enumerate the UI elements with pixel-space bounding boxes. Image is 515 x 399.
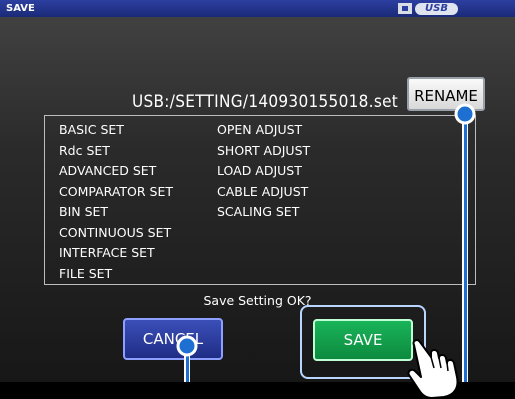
save-screen: USB:/SETTING/140930155018.set RENAME BAS… [0,17,515,399]
file-path: USB:/SETTING/140930155018.set [132,92,399,112]
usb-status: USB [398,2,458,15]
list-item: Rdc SET [59,142,110,158]
callout-marker-icon [454,103,476,125]
list-item: FILE SET [59,265,113,281]
list-item: SCALING SET [217,204,300,219]
settings-list: BASIC SET Rdc SET ADVANCED SET COMPARATO… [44,115,476,285]
usb-drive-icon [398,3,412,14]
callout-marker-icon [176,335,198,357]
list-item: BIN SET [59,204,109,219]
settings-column-left: BASIC SET Rdc SET ADVANCED SET COMPARATO… [59,120,173,284]
list-item: SHORT ADJUST [217,142,311,158]
usb-badge: USB [415,2,458,15]
list-item: BASIC SET [59,122,124,137]
list-item: COMPARATOR SET [59,183,174,199]
list-item: LOAD ADJUST [217,163,302,178]
top-bar: SAVE USB [0,0,515,17]
list-item: CONTINUOUS SET [59,224,172,240]
confirm-question: Save Setting OK? [203,293,312,308]
list-item: INTERFACE SET [59,245,155,260]
list-item: CABLE ADJUST [217,183,309,199]
list-item: ADVANCED SET [59,163,157,178]
screen-title: SAVE [6,3,35,14]
pointing-hand-icon [407,339,459,399]
cancel-button[interactable]: CANCEL [123,318,223,360]
list-item: OPEN ADJUST [217,122,303,137]
settings-column-right: OPEN ADJUST SHORT ADJUST LOAD ADJUST CAB… [217,120,310,223]
